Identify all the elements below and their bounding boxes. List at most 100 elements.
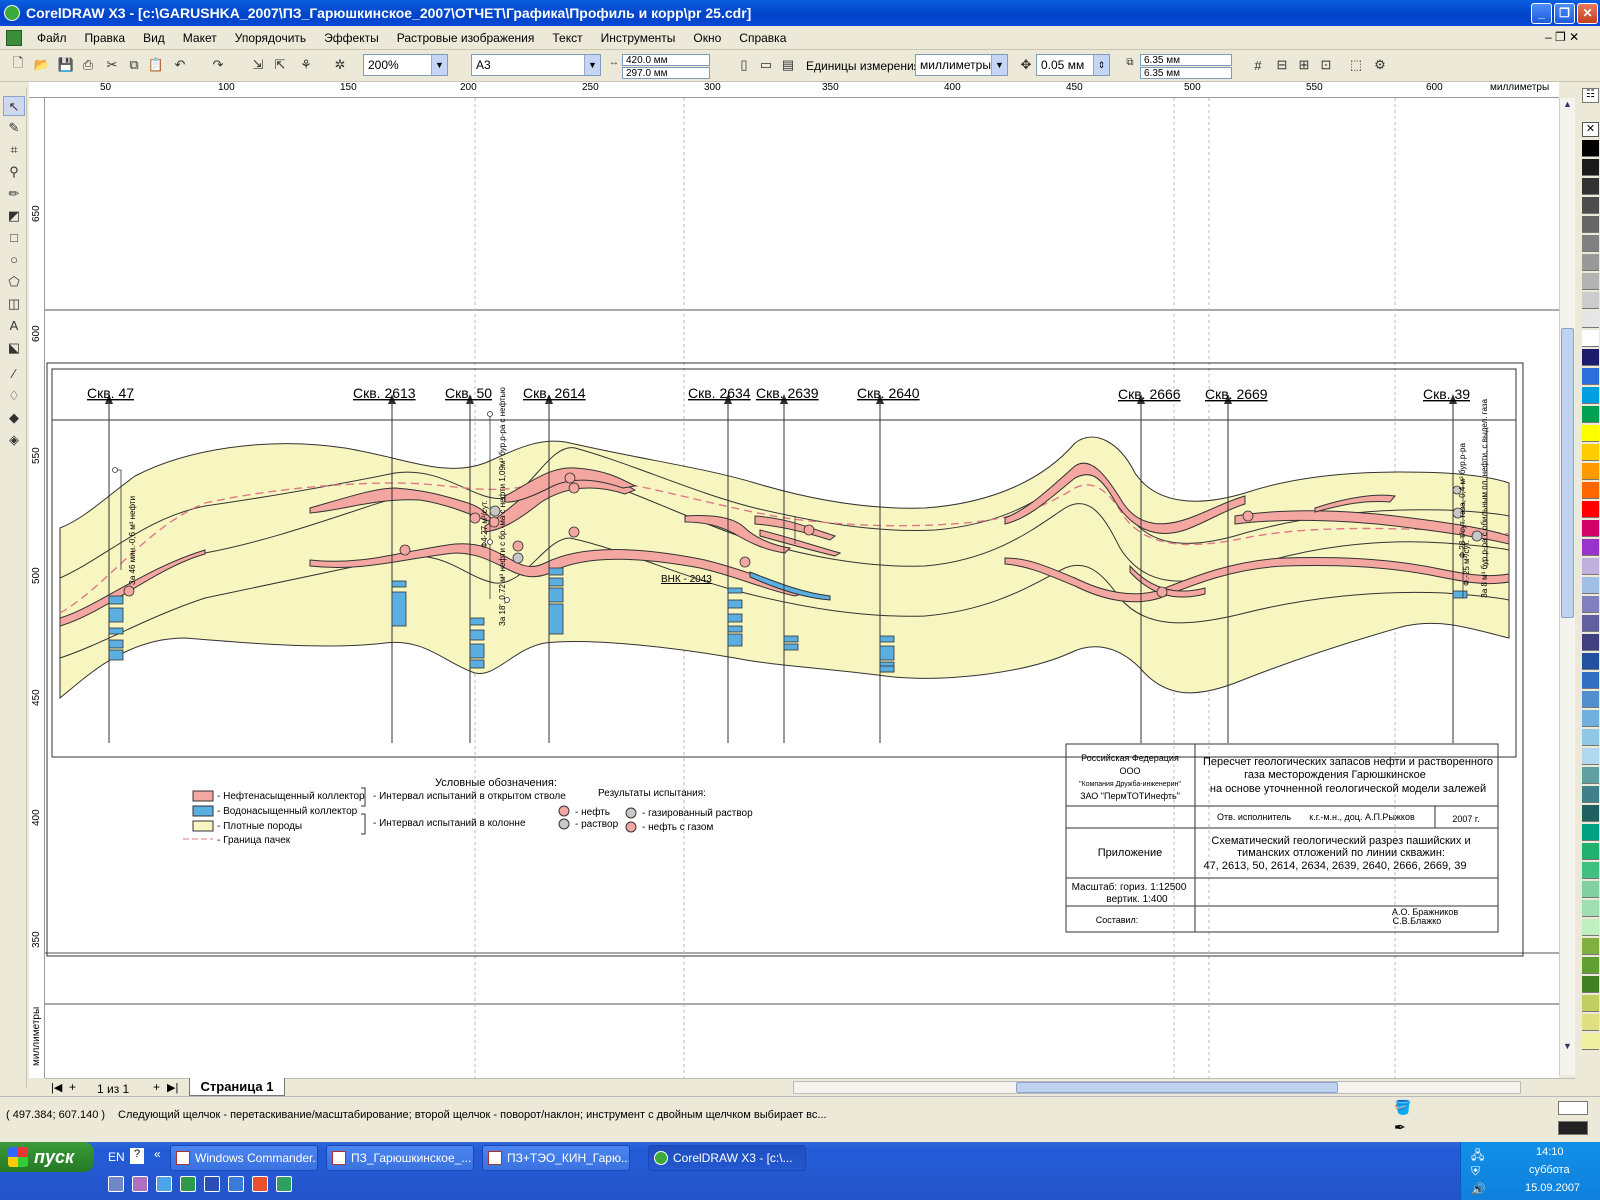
color-swatch[interactable] — [1582, 634, 1599, 651]
color-swatch[interactable] — [1582, 824, 1599, 841]
quicklaunch-icon[interactable] — [252, 1176, 268, 1192]
rectangle-tool-icon[interactable]: □ — [3, 228, 25, 248]
quicklaunch-icon[interactable] — [156, 1176, 172, 1192]
zoom-tool-icon[interactable]: ⚲ — [3, 162, 25, 182]
color-swatch[interactable] — [1582, 615, 1599, 632]
save-icon[interactable]: 💾 — [56, 55, 76, 75]
nudge-input[interactable]: 0.05 мм ⇕ — [1036, 54, 1110, 76]
open-icon[interactable]: 📂 — [32, 55, 52, 75]
vertical-scrollbar[interactable]: ▲ ▼ — [1559, 98, 1575, 1075]
scroll-down-icon[interactable]: ▼ — [1561, 1041, 1574, 1055]
vertical-scroll-thumb[interactable] — [1561, 328, 1574, 618]
clock-time[interactable]: 14:10 — [1536, 1146, 1564, 1158]
color-swatch[interactable] — [1582, 178, 1599, 195]
paste-icon[interactable]: 📋 — [146, 55, 166, 75]
print-icon[interactable]: ⎙ — [78, 55, 98, 75]
color-swatch[interactable] — [1582, 767, 1599, 784]
menu-effects[interactable]: Эффекты — [315, 31, 388, 45]
landscape-icon[interactable]: ▭ — [756, 55, 776, 75]
color-swatch[interactable] — [1582, 919, 1599, 936]
snap-grid-icon[interactable]: # — [1248, 55, 1268, 75]
ruler-horizontal[interactable]: 50 100 150 200 250 300 350 400 450 500 5… — [44, 82, 1559, 98]
color-swatch[interactable] — [1582, 216, 1599, 233]
first-page-icon[interactable]: |◀ — [51, 1081, 62, 1094]
task-word-document-2[interactable]: ПЗ+ТЭО_КИН_Гарю... — [482, 1145, 630, 1171]
text-tool-icon[interactable]: A — [3, 316, 25, 336]
color-swatch[interactable] — [1582, 501, 1599, 518]
menu-view[interactable]: Вид — [134, 31, 174, 45]
ruler-vertical[interactable]: 650 600 550 500 450 400 350 миллиметры — [29, 98, 45, 1078]
eyedropper-icon[interactable]: ⁄ — [3, 364, 25, 384]
color-swatch[interactable] — [1582, 881, 1599, 898]
dup-y-input[interactable]: 6.35 мм — [1140, 67, 1232, 79]
doc-window-controls[interactable]: – ❐ ✕ — [1545, 30, 1579, 44]
menu-text[interactable]: Текст — [543, 31, 591, 45]
restore-button[interactable]: ❐ — [1554, 3, 1575, 24]
close-button[interactable]: ✕ — [1577, 3, 1598, 24]
units-select[interactable]: миллиметры ▼ — [915, 54, 1008, 76]
color-swatch[interactable] — [1582, 368, 1599, 385]
color-swatch[interactable] — [1582, 938, 1599, 955]
freehand-tool-icon[interactable]: ✏ — [3, 184, 25, 204]
task-word-document[interactable]: ПЗ_Гарюшкинское_... — [326, 1145, 474, 1171]
color-swatch[interactable] — [1582, 596, 1599, 613]
drawing-canvas[interactable]: Скв. 47 Скв. 2613 Скв. 50 Скв. 2614 Скв.… — [45, 98, 1559, 1078]
language-indicator[interactable]: EN — [108, 1150, 125, 1164]
snap-guides-icon[interactable]: ⊟ — [1272, 55, 1292, 75]
export-icon[interactable]: ⇱ — [270, 55, 290, 75]
menu-file[interactable]: Файл — [28, 31, 76, 45]
interactive-fill-icon[interactable]: ◈ — [3, 430, 25, 450]
color-swatch[interactable] — [1582, 900, 1599, 917]
color-swatch[interactable] — [1582, 463, 1599, 480]
color-swatch[interactable] — [1582, 691, 1599, 708]
undo-icon[interactable]: ↶ — [170, 55, 190, 75]
dup-x-input[interactable]: 6.35 мм — [1140, 54, 1232, 66]
quicklaunch-icon[interactable] — [108, 1176, 124, 1192]
color-swatch[interactable] — [1582, 539, 1599, 556]
no-color-swatch[interactable]: ✕ — [1582, 122, 1599, 137]
outline-tool-icon[interactable]: ♢ — [3, 386, 25, 406]
color-swatch[interactable] — [1582, 995, 1599, 1012]
color-swatch[interactable] — [1582, 197, 1599, 214]
color-swatch[interactable] — [1582, 1033, 1599, 1050]
color-swatch[interactable] — [1582, 976, 1599, 993]
minimize-button[interactable]: _ — [1531, 3, 1552, 24]
color-swatch[interactable] — [1582, 805, 1599, 822]
shape-tool-icon[interactable]: ✎ — [3, 118, 25, 138]
word-icon[interactable] — [204, 1176, 220, 1192]
document-menu-icon[interactable] — [6, 29, 22, 46]
color-swatch[interactable] — [1582, 254, 1599, 271]
fill-tool-icon[interactable]: ◆ — [3, 408, 25, 428]
color-swatch[interactable] — [1582, 748, 1599, 765]
menu-arrange[interactable]: Упорядочить — [226, 31, 315, 45]
ellipse-tool-icon[interactable]: ○ — [3, 250, 25, 270]
corel-online-icon[interactable]: ✲ — [330, 55, 350, 75]
quicklaunch-icon[interactable] — [228, 1176, 244, 1192]
excel-icon[interactable] — [180, 1176, 196, 1192]
toolbar-more-icon[interactable]: « — [154, 1147, 161, 1161]
quicklaunch-icon[interactable] — [276, 1176, 292, 1192]
menu-tools[interactable]: Инструменты — [592, 31, 685, 45]
add-page-after-icon[interactable]: + — [153, 1080, 160, 1094]
add-page-before-icon[interactable]: + — [69, 1080, 76, 1094]
menu-window[interactable]: Окно — [684, 31, 730, 45]
palette-options-icon[interactable]: ☷ — [1582, 88, 1599, 103]
options-icon[interactable]: ⚙ — [1370, 55, 1390, 75]
color-swatch[interactable] — [1582, 140, 1599, 157]
color-swatch[interactable] — [1582, 159, 1599, 176]
tab-page-1[interactable]: Страница 1 — [189, 1078, 285, 1096]
color-swatch[interactable] — [1582, 786, 1599, 803]
color-swatch[interactable] — [1582, 235, 1599, 252]
color-swatch[interactable] — [1582, 957, 1599, 974]
last-page-icon[interactable]: ▶| — [167, 1081, 178, 1094]
color-swatch[interactable] — [1582, 558, 1599, 575]
color-swatch[interactable] — [1582, 330, 1599, 347]
color-swatch[interactable] — [1582, 387, 1599, 404]
pick-tool-icon[interactable]: ↖ — [3, 96, 25, 116]
color-swatch[interactable] — [1582, 311, 1599, 328]
help-icon[interactable]: ? — [130, 1148, 144, 1164]
color-swatch[interactable] — [1582, 672, 1599, 689]
polygon-tool-icon[interactable]: ⬠ — [3, 272, 25, 292]
page-options-icon[interactable]: ▤ — [778, 55, 798, 75]
color-swatch[interactable] — [1582, 292, 1599, 309]
